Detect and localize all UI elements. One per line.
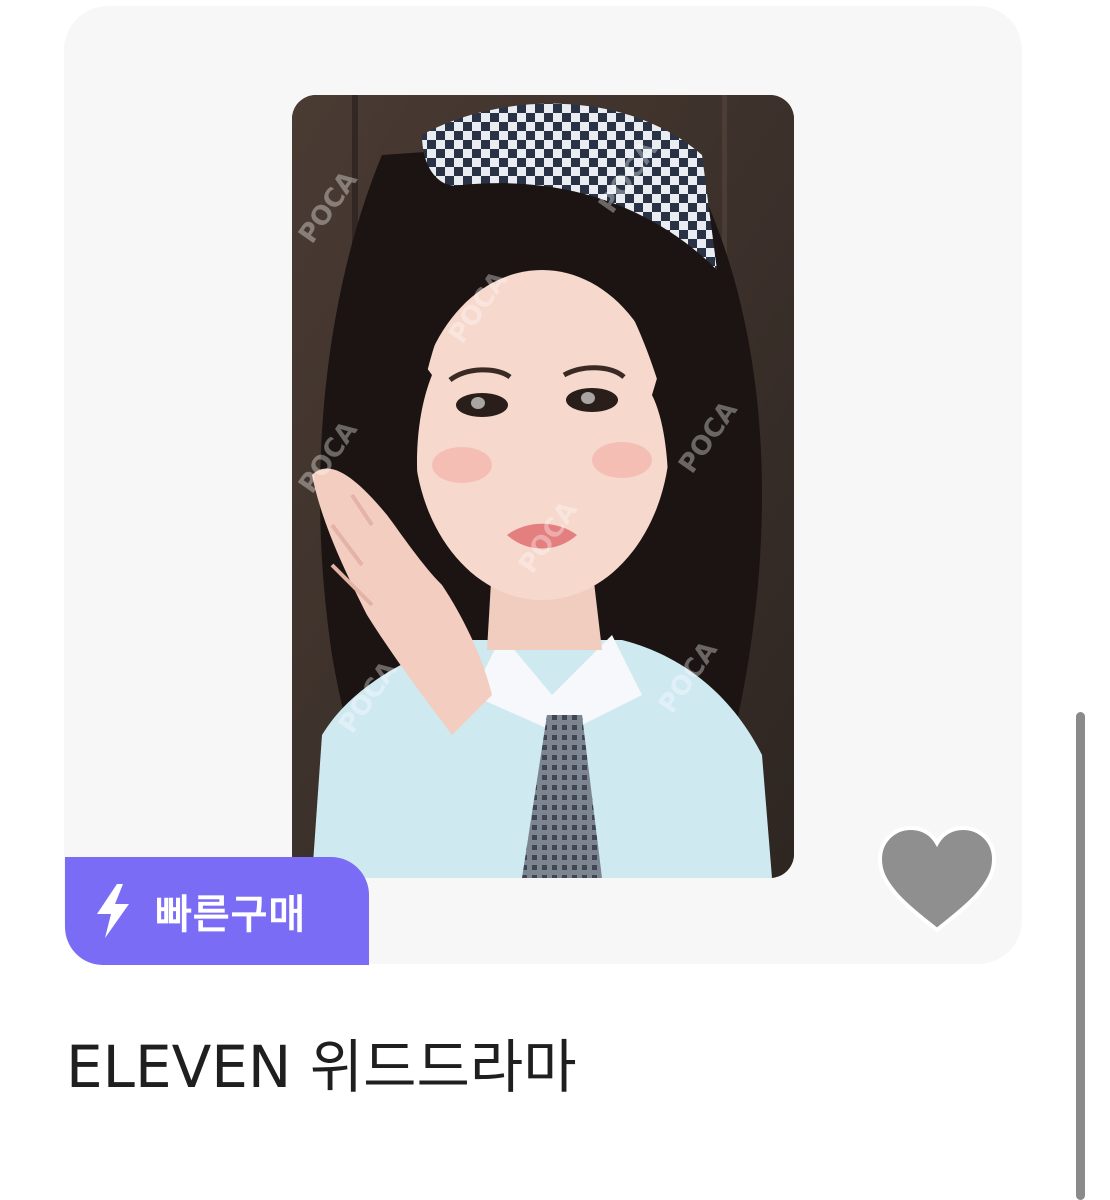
photocard-illustration: POCA POCA POCA POCA POCA POCA POCA POCA	[292, 95, 794, 878]
lightning-icon	[93, 883, 133, 939]
listing-title[interactable]: ELEVEN 위드드라마	[66, 1020, 577, 1104]
quick-buy-label: 빠른구매	[155, 892, 307, 938]
scrollbar[interactable]	[1076, 712, 1085, 1200]
heart-icon[interactable]	[877, 825, 997, 934]
photocard-image[interactable]: POCA POCA POCA POCA POCA POCA POCA POCA	[292, 95, 794, 878]
listing-page: POCA POCA POCA POCA POCA POCA POCA POCA …	[0, 0, 1110, 1200]
quick-buy-badge[interactable]: 빠른구매	[65, 857, 369, 965]
